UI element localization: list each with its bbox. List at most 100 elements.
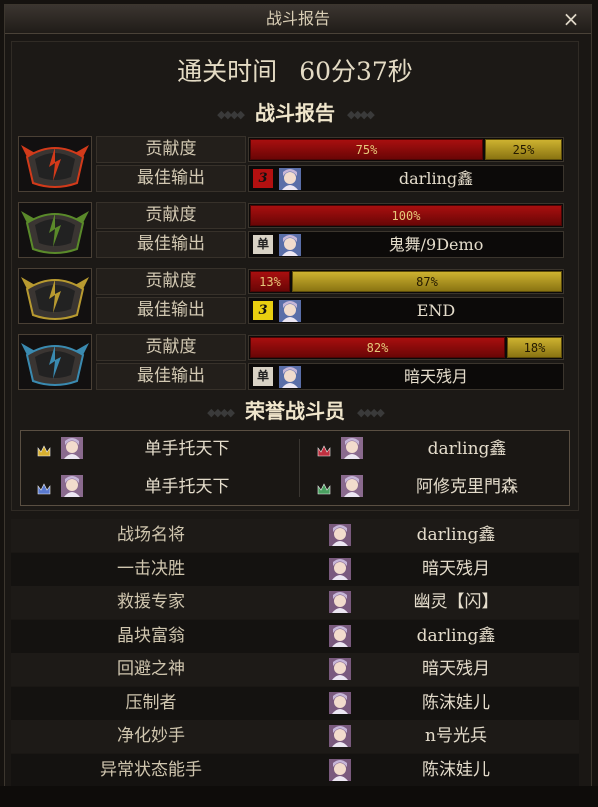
award-winner[interactable]: 陈沫娃儿	[371, 687, 541, 720]
honor-player-name: darling鑫	[427, 439, 507, 459]
award-row: 一击决胜 暗天残月	[11, 552, 579, 586]
player-avatar	[329, 725, 351, 747]
award-title: 一击决胜	[117, 558, 185, 579]
best-output-label: 最佳输出	[96, 297, 246, 324]
contribution-bar: 82% 18%	[248, 335, 564, 360]
contribution-label: 贡献度	[96, 334, 246, 361]
award-title: 战场名将	[117, 525, 185, 545]
honor-heading: ◆◆◆◆ 荣誉战斗员 ◆◆◆◆	[12, 398, 578, 424]
red-flame-helmet-emblem	[18, 136, 92, 192]
report-panel: 通关时间 60分37秒 ◆◆◆◆ 战斗报告 ◆◆◆◆ 贡献度 75% 25% 最佳输出 3 da…	[11, 41, 579, 511]
player-avatar	[61, 437, 83, 459]
contribution-segment: 87%	[292, 271, 562, 292]
honor-entry[interactable]: 单手托天下	[27, 435, 287, 463]
honor-entry[interactable]: 阿修克里門森	[307, 473, 567, 501]
contribution-segment: 75%	[250, 139, 483, 160]
player-avatar	[329, 557, 351, 580]
contribution-segment: 25%	[485, 139, 562, 160]
best-output-label: 最佳输出	[96, 363, 246, 390]
award-row: 净化妙手 n号光兵	[11, 720, 579, 753]
battle-report-window: 战斗报告 × 通关时间 60分37秒 ◆◆◆◆ 战斗报告 ◆◆◆◆ 贡献度 75% 25%…	[4, 4, 592, 804]
best-output-label: 最佳输出	[96, 231, 246, 258]
window-title: 战斗报告	[265, 9, 330, 28]
crown-icon	[317, 442, 331, 457]
player-avatar	[329, 691, 351, 714]
player-avatar	[329, 758, 351, 781]
honor-heading-text: 荣誉战斗员	[245, 399, 345, 423]
player-avatar	[329, 591, 351, 613]
mode-badge: 3	[253, 169, 273, 188]
clear-time-label: 通关时间	[177, 57, 278, 86]
award-title: 救援专家	[117, 592, 185, 612]
ornament-right: ◆◆◆◆	[357, 405, 385, 419]
award-winner[interactable]: 暗天残月	[371, 653, 541, 686]
award-list: 战场名将 darling鑫 一击决胜 暗天残月 救援专家 幽灵【闪】 晶块富翁 darling…	[11, 519, 579, 791]
player-avatar	[341, 475, 363, 497]
best-output-row: 最佳输出单 暗天残月	[96, 363, 566, 390]
contribution-segment: 82%	[250, 337, 505, 358]
best-output-row: 最佳输出单 鬼舞/9Demo	[96, 231, 566, 258]
crown-icon	[37, 442, 51, 457]
clear-time: 通关时间 60分37秒	[12, 52, 578, 88]
honor-player-name: 阿修克里門森	[416, 477, 518, 497]
honor-box: 单手托天下 darling鑫 单手托天下 阿修克里門森	[20, 430, 570, 506]
team-block: 贡献度 100% 最佳输出单 鬼舞/9Demo	[18, 202, 566, 258]
award-winner[interactable]: 暗天残月	[371, 553, 541, 586]
clear-time-value: 60分37秒	[299, 57, 413, 86]
award-title: 异常状态能手	[100, 759, 202, 780]
contribution-segment: 100%	[250, 205, 562, 226]
report-heading-text: 战斗报告	[255, 101, 335, 125]
honor-player-name: 单手托天下	[144, 439, 230, 459]
honor-player-name: 单手托天下	[144, 477, 230, 497]
player-avatar	[279, 234, 301, 256]
contribution-segment: 18%	[507, 337, 562, 358]
mode-badge: 3	[253, 301, 273, 320]
contribution-bar: 100%	[248, 203, 564, 228]
award-title: 晶块富翁	[117, 625, 185, 646]
award-title: 净化妙手	[117, 726, 185, 746]
mode-badge: 单	[253, 367, 273, 386]
best-player-name[interactable]: 鬼舞/9Demo	[309, 232, 563, 257]
close-icon[interactable]: ×	[561, 5, 581, 33]
report-heading: ◆◆◆◆ 战斗报告 ◆◆◆◆	[12, 100, 578, 126]
team-block: 贡献度 75% 25% 最佳输出 3 darling鑫	[18, 136, 566, 192]
ornament-left: ◆◆◆◆	[217, 107, 245, 121]
best-player-name[interactable]: END	[309, 298, 563, 323]
contribution-bar: 13% 87%	[248, 269, 564, 294]
contribution-segment: 13%	[250, 271, 290, 292]
best-player-name[interactable]: 暗天残月	[309, 364, 563, 389]
player-avatar	[341, 437, 363, 459]
contribution-bar: 75% 25%	[248, 137, 564, 162]
player-avatar	[279, 168, 301, 190]
contribution-label: 贡献度	[96, 202, 246, 229]
award-row: 晶块富翁 darling鑫	[11, 619, 579, 653]
title-bar: 战斗报告 ×	[5, 5, 591, 34]
bottom-bar	[0, 786, 598, 807]
award-winner[interactable]: n号光兵	[371, 720, 541, 753]
honor-entry[interactable]: darling鑫	[307, 435, 567, 463]
award-winner[interactable]: darling鑫	[371, 519, 541, 552]
best-output-label: 最佳输出	[96, 165, 246, 192]
gold-armor-helmet-emblem	[18, 268, 92, 324]
award-winner[interactable]: darling鑫	[371, 620, 541, 653]
green-vine-helmet-emblem	[18, 202, 92, 258]
best-output-box: 单 暗天残月	[248, 363, 564, 390]
contribution-row: 贡献度 13% 87%	[96, 268, 566, 295]
honor-entry[interactable]: 单手托天下	[27, 473, 287, 501]
award-row: 压制者 陈沫娃儿	[11, 686, 579, 720]
best-output-row: 最佳输出 3 END	[96, 297, 566, 324]
best-player-name[interactable]: darling鑫	[309, 166, 563, 191]
contribution-row: 贡献度 100%	[96, 202, 566, 229]
team-block: 贡献度 13% 87% 最佳输出 3 END	[18, 268, 566, 324]
best-output-row: 最佳输出 3 darling鑫	[96, 165, 566, 192]
player-avatar	[329, 624, 351, 647]
best-output-box: 单 鬼舞/9Demo	[248, 231, 564, 258]
award-row: 救援专家 幽灵【闪】	[11, 586, 579, 619]
ornament-left: ◆◆◆◆	[207, 405, 235, 419]
award-winner[interactable]: 陈沫娃儿	[371, 754, 541, 787]
player-avatar	[61, 475, 83, 497]
award-winner[interactable]: 幽灵【闪】	[371, 586, 541, 619]
mode-badge: 单	[253, 235, 273, 254]
award-row: 战场名将 darling鑫	[11, 519, 579, 552]
best-output-box: 3 darling鑫	[248, 165, 564, 192]
